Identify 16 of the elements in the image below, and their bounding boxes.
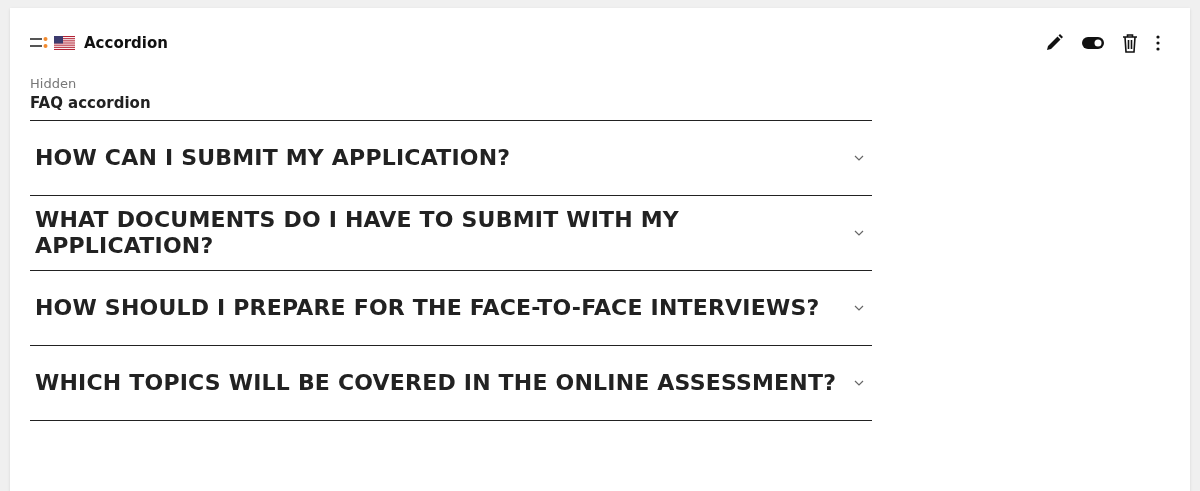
accordion-header[interactable]: HOW CAN I SUBMIT MY APPLICATION? — [30, 120, 872, 195]
content-element-icon — [30, 36, 48, 51]
hidden-label: Hidden — [30, 75, 78, 92]
accordion-header[interactable]: HOW SHOULD I PREPARE FOR THE FACE-TO-FACE INTERVIEWS? — [30, 270, 872, 345]
accordion-header[interactable]: WHAT DOCUMENTS DO I HAVE TO SUBMIT WITH MY APPLICATION? — [30, 195, 872, 270]
toggle-icon[interactable] — [1082, 37, 1104, 50]
chevron-icon — [854, 304, 864, 311]
more-menu-icon[interactable] — [1156, 35, 1160, 52]
flag-icon — [54, 36, 75, 51]
chevron-icon — [854, 154, 864, 161]
accordion-header[interactable]: WHICH TOPICS WILL BE COVERED IN THE ONLINE ASSESSMENT? — [30, 345, 872, 420]
element-subtitle: FAQ accordion — [30, 92, 152, 114]
chevron-icon — [854, 229, 864, 236]
delete-trash-icon[interactable] — [1122, 33, 1138, 54]
chevron-icon — [854, 379, 864, 386]
element-title: Accordion — [84, 33, 168, 54]
